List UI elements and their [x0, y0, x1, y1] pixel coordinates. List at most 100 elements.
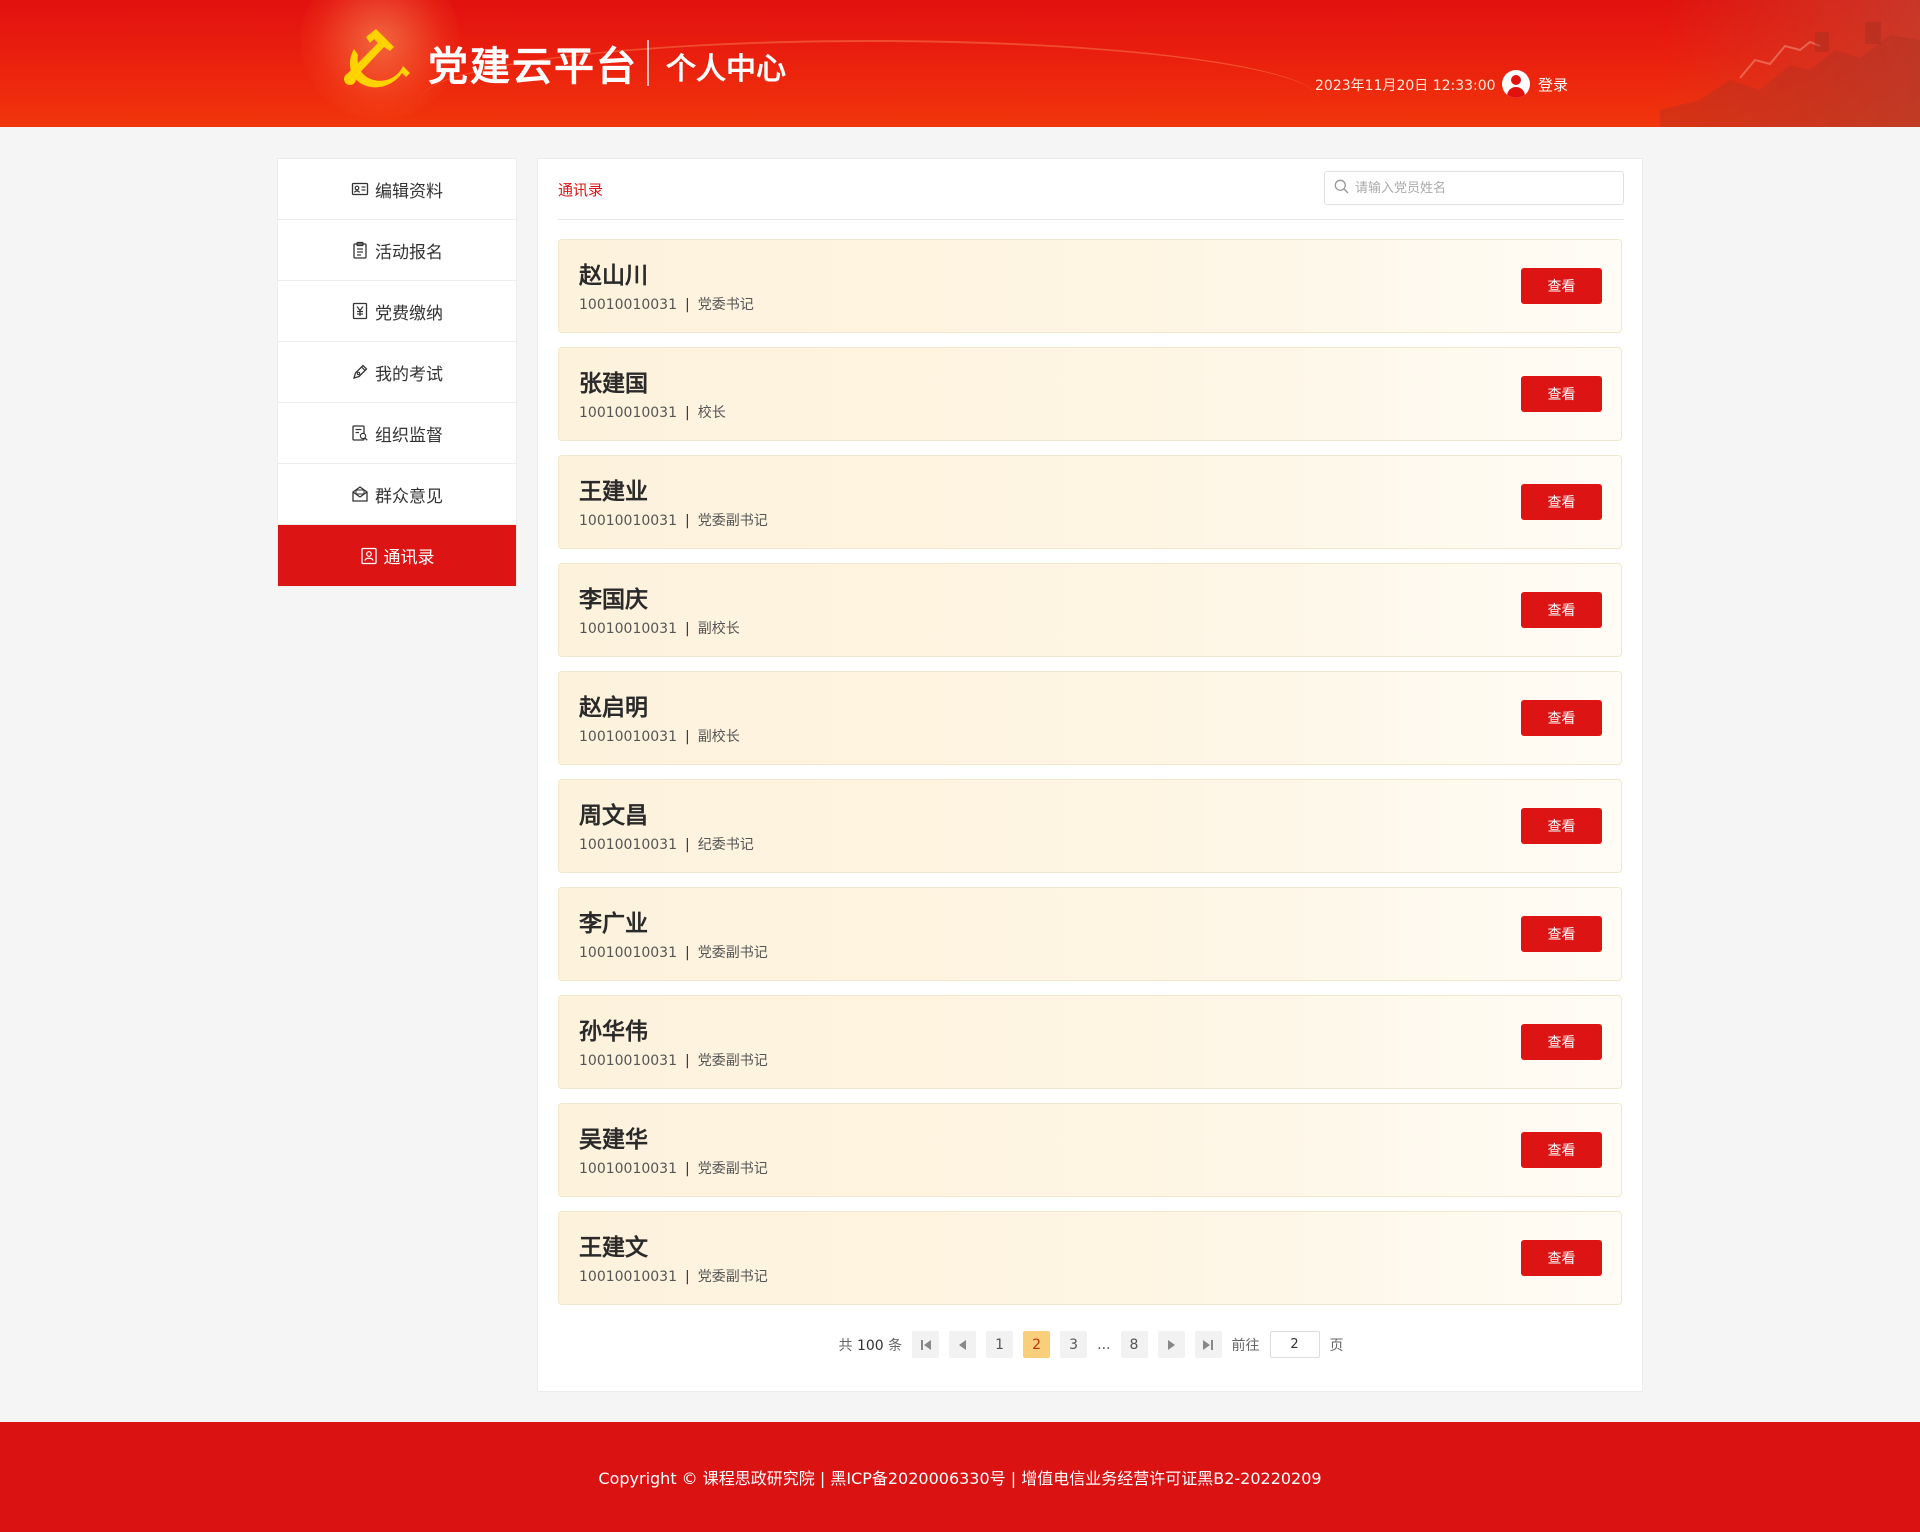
contact-meta: 10010010031 | 党委副书记	[579, 945, 768, 961]
contact-card: 王建文 10010010031 | 党委副书记 查看	[558, 1211, 1622, 1305]
sidebar-item-contacts[interactable]: 通讯录	[278, 525, 516, 586]
title-divider	[647, 40, 649, 86]
tab-contacts[interactable]: 通讯录	[558, 179, 603, 200]
sidebar-item-party-fee[interactable]: 党费缴纳	[278, 281, 516, 342]
view-button[interactable]: 查看	[1521, 1024, 1602, 1060]
search-icon	[1334, 179, 1349, 198]
contact-name: 张建国	[579, 371, 648, 397]
search-input[interactable]	[1355, 180, 1605, 196]
party-emblem-icon	[340, 27, 410, 93]
page-3[interactable]: 3	[1060, 1331, 1088, 1358]
contact-name: 王建文	[579, 1235, 648, 1261]
footer: Copyright © 课程思政研究院 | 黑ICP备2020006330号 |…	[0, 1422, 1920, 1532]
user-avatar-icon	[1502, 70, 1530, 98]
view-button[interactable]: 查看	[1521, 1132, 1602, 1168]
login-button[interactable]: 登录	[1502, 70, 1568, 98]
next-page-button[interactable]	[1157, 1331, 1185, 1358]
total-prefix: 共	[838, 1337, 853, 1354]
contact-list: 赵山川 10010010031 | 党委书记 查看 张建国 10010010031 |…	[558, 239, 1622, 1319]
contact-position: 副校长	[697, 729, 740, 745]
page-1[interactable]: 1	[986, 1331, 1014, 1358]
contact-meta: 10010010031 | 纪委书记	[579, 837, 754, 853]
first-page-icon	[920, 1339, 931, 1350]
contact-id: 10010010031	[579, 1161, 677, 1177]
current-datetime: 2023年11月20日 12:33:00	[1315, 78, 1496, 94]
contact-id: 10010010031	[579, 297, 677, 313]
sidebar-item-label: 编辑资料	[375, 181, 443, 202]
view-button[interactable]: 查看	[1521, 268, 1602, 304]
view-button[interactable]: 查看	[1521, 376, 1602, 412]
sidebar-item-edit-profile[interactable]: 编辑资料	[278, 159, 516, 220]
contact-card: 王建业 10010010031 | 党委副书记 查看	[558, 455, 1622, 549]
goto-page-input[interactable]	[1269, 1331, 1320, 1358]
contact-name: 周文昌	[579, 803, 648, 829]
view-button[interactable]: 查看	[1521, 700, 1602, 736]
contact-card: 吴建华 10010010031 | 党委副书记 查看	[558, 1103, 1622, 1197]
contact-name: 李广业	[579, 911, 648, 937]
contact-meta: 10010010031 | 党委副书记	[579, 1053, 768, 1069]
contacts-icon	[360, 547, 378, 565]
contact-id: 10010010031	[579, 1053, 677, 1069]
contact-id: 10010010031	[579, 621, 677, 637]
sidebar-item-label: 群众意见	[375, 486, 443, 507]
contacts-panel: 通讯录 赵山川 10010010031|党委书记 查看 张建国 10010010…	[537, 158, 1643, 1392]
contact-position: 党委副书记	[697, 513, 768, 529]
view-button[interactable]: 查看	[1521, 592, 1602, 628]
contact-position: 校长	[697, 405, 726, 421]
contact-card: 李国庆 10010010031 | 副校长 查看	[558, 563, 1622, 657]
contact-meta: 10010010031 | 副校长	[579, 729, 740, 745]
sidebar-item-label: 组织监督	[375, 425, 443, 446]
contact-card: 周文昌 10010010031 | 纪委书记 查看	[558, 779, 1622, 873]
sidebar-item-label: 活动报名	[375, 242, 443, 263]
contact-card: 李广业 10010010031 | 党委副书记 查看	[558, 887, 1622, 981]
total-count: 共 100 条	[839, 1335, 903, 1355]
contact-position: 党委副书记	[697, 945, 768, 961]
contact-card: 赵山川 10010010031 | 党委书记 查看	[558, 239, 1622, 333]
site-title: 党建云平台	[428, 44, 638, 90]
contact-id: 10010010031	[579, 729, 677, 745]
contact-position: 党委书记	[697, 297, 754, 313]
header: 党建云平台 个人中心 2023年11月20日 12:33:00 登录	[0, 0, 1920, 127]
contact-name: 孙华伟	[579, 1019, 648, 1045]
contact-name: 赵山川	[579, 263, 648, 289]
total-value: 100	[856, 1337, 884, 1354]
view-button[interactable]: 查看	[1521, 484, 1602, 520]
first-page-button[interactable]	[912, 1331, 940, 1358]
page-8[interactable]: 8	[1120, 1331, 1148, 1358]
last-page-button[interactable]	[1194, 1331, 1222, 1358]
sidebar-item-activity-signup[interactable]: 活动报名	[278, 220, 516, 281]
sidebar-item-my-exam[interactable]: 我的考试	[278, 342, 516, 403]
copyright-text: Copyright © 课程思政研究院 | 黑ICP备2020006330号 |…	[598, 1469, 1322, 1488]
contact-name: 吴建华	[579, 1127, 648, 1153]
prev-icon	[959, 1339, 967, 1350]
view-button[interactable]: 查看	[1521, 808, 1602, 844]
contact-position: 党委副书记	[697, 1053, 768, 1069]
contact-meta: 10010010031 | 校长	[579, 405, 726, 421]
contact-meta: 10010010031 | 党委副书记	[579, 1269, 768, 1285]
sidebar-item-public-opinion[interactable]: 群众意见	[278, 464, 516, 525]
pagination: 共 100 条 1 2 3 ... 8 前往 页	[538, 1331, 1644, 1358]
sidebar-item-org-supervision[interactable]: 组织监督	[278, 403, 516, 464]
view-button[interactable]: 查看	[1521, 916, 1602, 952]
view-button[interactable]: 查看	[1521, 1240, 1602, 1276]
sidebar: 编辑资料 活动报名 党费缴纳 我的考试 组织监督 群众意见 通讯录	[277, 158, 517, 587]
contact-position: 党委副书记	[697, 1269, 768, 1285]
contact-meta: 10010010031 | 副校长	[579, 621, 740, 637]
page-title: 个人中心	[666, 52, 786, 87]
prev-page-button[interactable]	[949, 1331, 977, 1358]
contact-id: 10010010031	[579, 945, 677, 961]
clipboard-icon	[351, 241, 369, 259]
header-divider	[558, 219, 1624, 220]
page-2-current[interactable]: 2	[1023, 1331, 1051, 1358]
contact-card: 赵启明 10010010031 | 副校长 查看	[558, 671, 1622, 765]
contact-name: 李国庆	[579, 587, 648, 613]
goto-prefix: 前往	[1231, 1337, 1260, 1354]
yuan-icon	[351, 302, 369, 320]
id-card-icon	[351, 180, 369, 198]
sidebar-item-label: 通讯录	[383, 548, 435, 568]
total-suffix: 条	[888, 1337, 903, 1354]
login-label: 登录	[1538, 75, 1569, 94]
contact-meta: 10010010031 | 党委副书记	[579, 1161, 768, 1177]
great-wall-decoration	[1660, 0, 1920, 127]
contact-position: 纪委书记	[697, 837, 754, 853]
